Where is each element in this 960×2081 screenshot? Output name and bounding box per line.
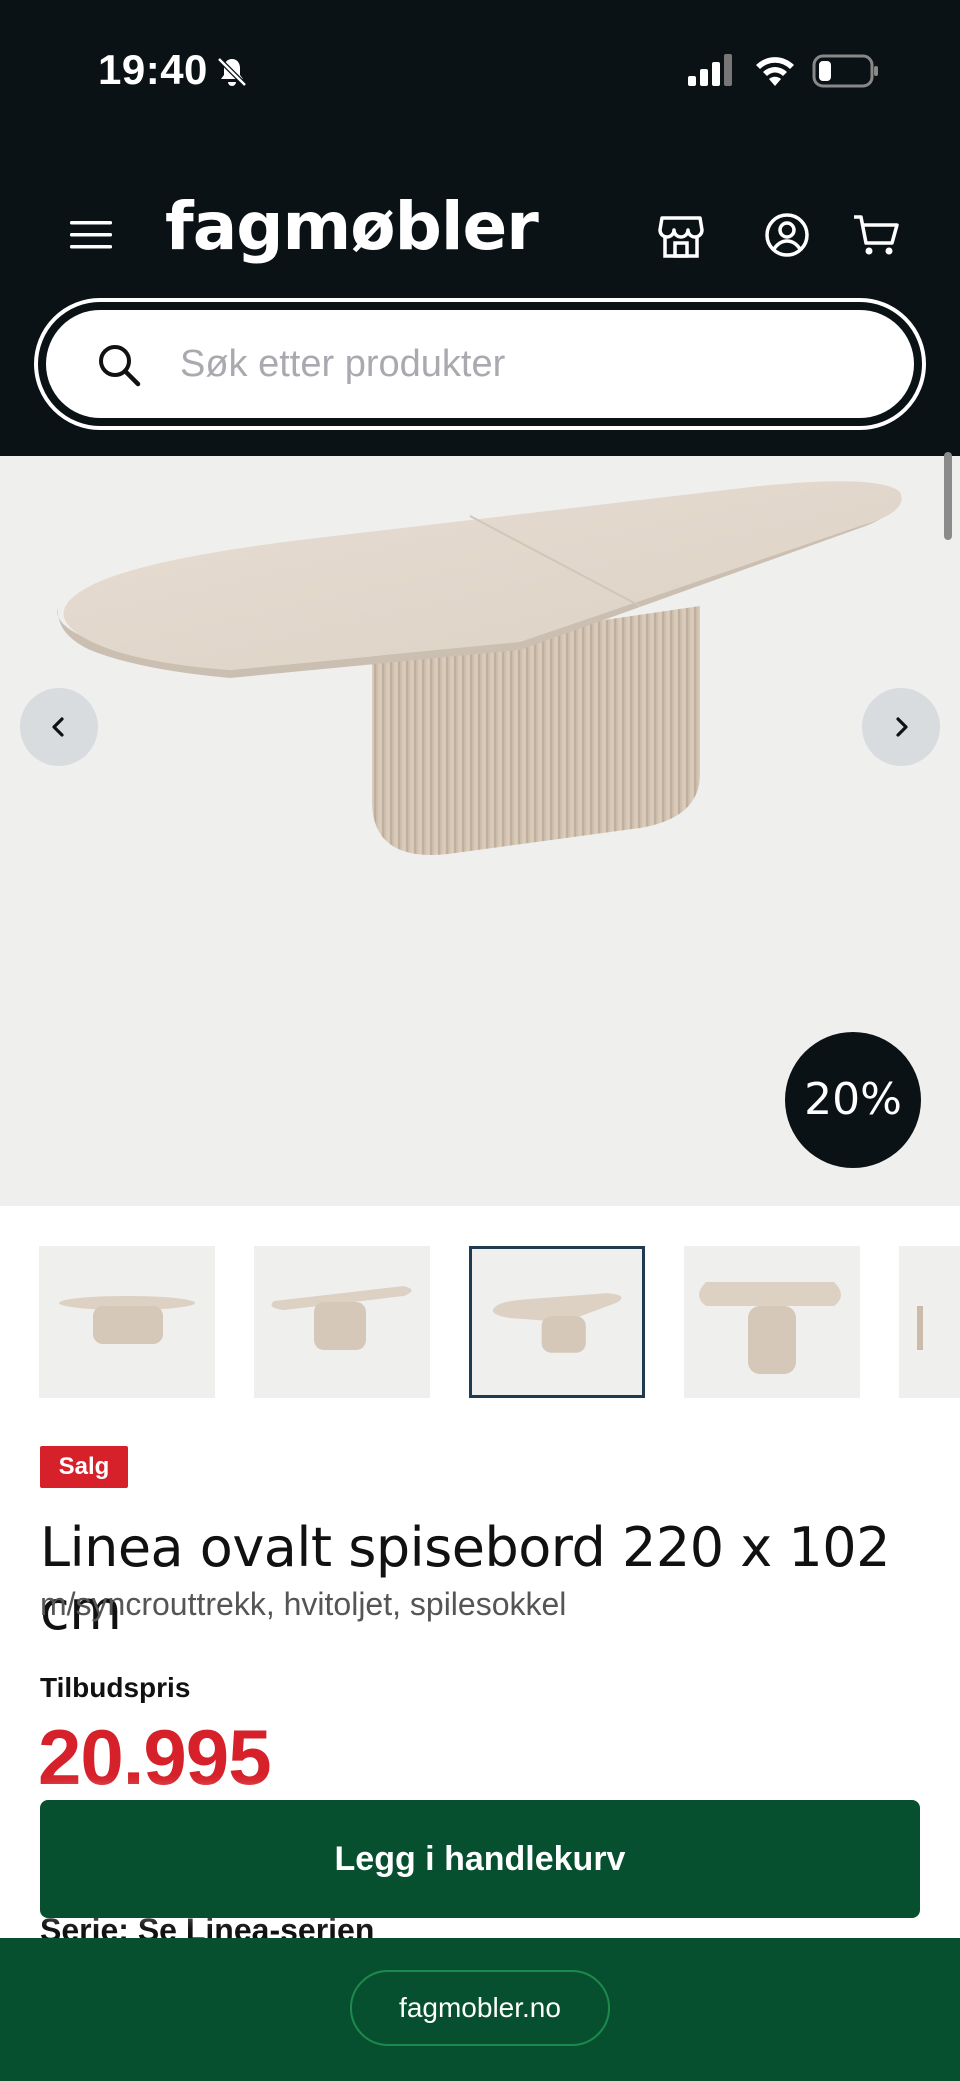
next-image-button[interactable] <box>862 688 940 766</box>
thumbnail-3[interactable] <box>469 1246 645 1398</box>
thumbnail-1[interactable] <box>39 1246 215 1398</box>
price-label: Tilbudspris <box>40 1672 191 1703</box>
thumbnail-4[interactable] <box>684 1246 860 1398</box>
product-title: Linea ovalt spisebord 220 x 102 cm <box>40 1516 890 1642</box>
browser-url-bar[interactable]: fagmobler.no <box>350 1970 610 2046</box>
previous-image-button[interactable] <box>20 688 98 766</box>
chevron-left-icon <box>52 717 64 737</box>
chevron-right-icon <box>896 717 908 737</box>
search-input[interactable] <box>180 336 860 392</box>
thumbnail-2[interactable] <box>254 1246 430 1398</box>
store-icon[interactable] <box>658 214 704 260</box>
thumbnail-strip <box>0 1246 960 1398</box>
product-price: 20.995 <box>38 1713 272 1801</box>
discount-badge: 20% <box>785 1032 921 1168</box>
status-time: 19:40 <box>98 46 208 93</box>
search-icon <box>99 345 141 387</box>
page-scrollbar[interactable] <box>944 452 952 540</box>
bell-off-icon <box>217 57 247 87</box>
brand-logo[interactable]: fagmøbler <box>165 188 539 265</box>
menu-icon[interactable] <box>70 218 112 252</box>
cellular-signal-icon <box>688 54 732 86</box>
wifi-icon <box>756 57 794 86</box>
battery-icon <box>812 54 878 88</box>
add-to-cart-button[interactable]: Legg i handlekurv <box>40 1800 920 1918</box>
user-account-icon[interactable] <box>764 212 810 258</box>
thumbnail-5[interactable] <box>899 1246 960 1398</box>
cart-icon[interactable] <box>852 212 900 258</box>
sale-badge: Salg <box>40 1446 128 1488</box>
status-bar: 19:40 <box>0 0 960 140</box>
product-subtitle: m/syncrouttrekk, hvitoljet, spilesokkel <box>40 1586 567 1622</box>
